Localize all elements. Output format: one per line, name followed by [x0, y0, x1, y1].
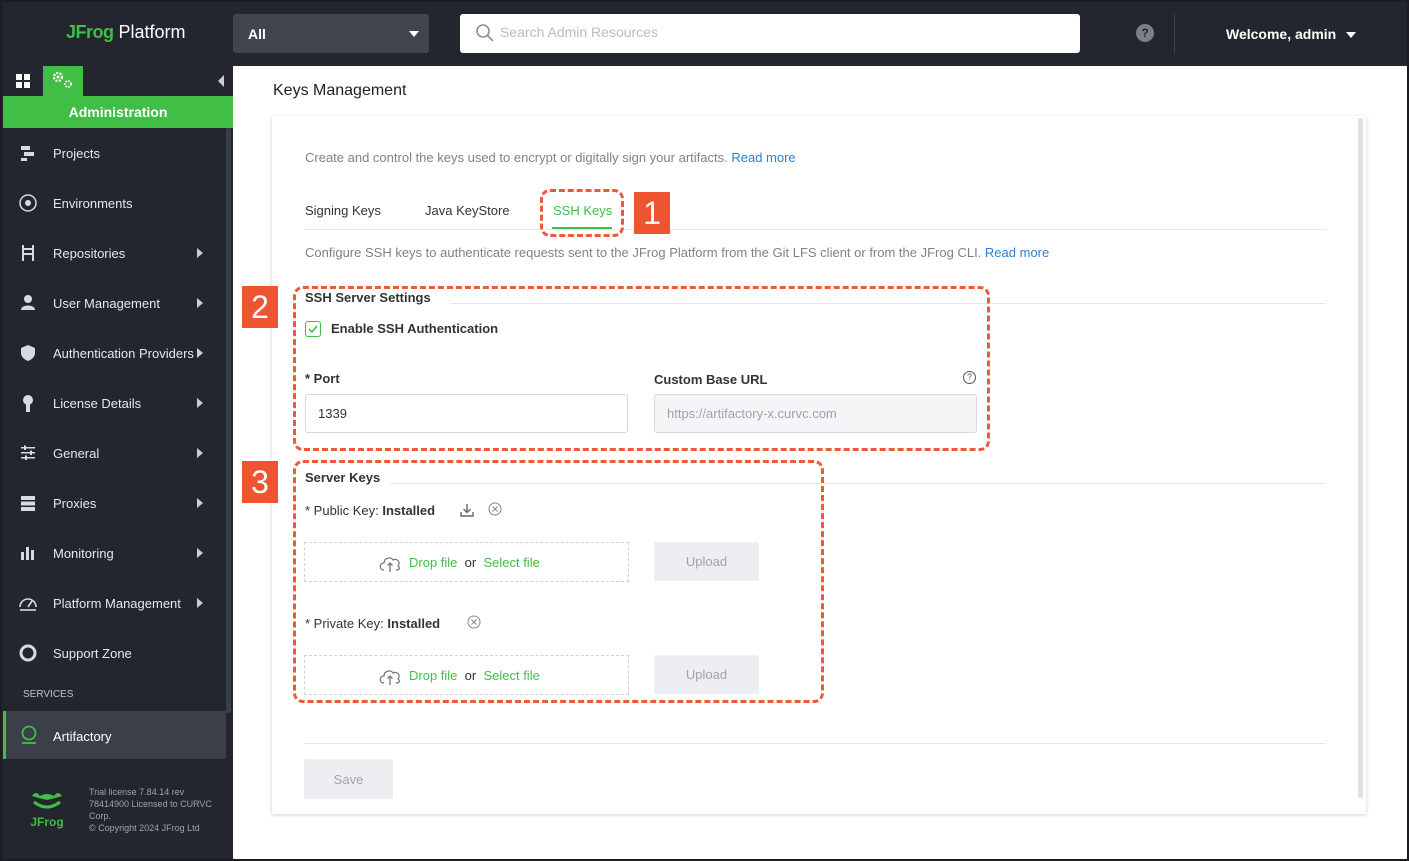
- bar-chart-icon: [21, 547, 34, 560]
- sidebar-item-label: Monitoring: [53, 546, 114, 561]
- services-heading: SERVICES: [23, 689, 74, 700]
- tab-signing-keys[interactable]: Signing Keys: [305, 203, 381, 218]
- sidebar-item-proxies[interactable]: Proxies: [0, 478, 226, 528]
- sidebar-item-user-management[interactable]: User Management: [0, 278, 226, 328]
- administration-header: Administration: [3, 96, 233, 128]
- sidebar-item-authentication-providers[interactable]: Authentication Providers: [0, 328, 226, 378]
- chevron-right-icon: [197, 548, 203, 558]
- logo-brand: JFrog: [66, 22, 114, 42]
- ribbon-icon: [23, 395, 33, 412]
- sidebar-item-label: General: [53, 446, 100, 461]
- sidebar-item-license-details[interactable]: License Details: [0, 378, 226, 428]
- chevron-down-icon: [409, 31, 419, 37]
- scope-value: All: [248, 26, 266, 42]
- intro-text: Create and control the keys used to encr…: [305, 150, 796, 165]
- jfrog-logo[interactable]: JFrog Platform: [66, 22, 186, 43]
- search-icon: [476, 24, 494, 42]
- divider: [1174, 14, 1175, 53]
- sidebar-item-label: Projects: [53, 146, 100, 161]
- sidebar: Administration Projects Environments Rep…: [0, 66, 233, 861]
- help-icon[interactable]: ?: [1136, 24, 1154, 42]
- jfrog-footer-logo: JFrog: [26, 788, 68, 835]
- chevron-right-icon: [197, 498, 203, 508]
- lifebuoy-icon: [19, 644, 37, 662]
- sidebar-item-label: Artifactory: [53, 729, 112, 744]
- sidebar-item-environments[interactable]: Environments: [0, 178, 226, 228]
- sidebar-item-artifactory[interactable]: Artifactory: [3, 711, 226, 759]
- top-bar: JFrog Platform All ? Welcome, admin: [0, 0, 1409, 66]
- svg-text:JFrog: JFrog: [30, 815, 63, 829]
- license-line: Trial license 7.84.14 rev: [89, 787, 185, 797]
- collapse-sidebar-icon[interactable]: [218, 75, 224, 87]
- page-title: Keys Management: [273, 82, 407, 99]
- sidebar-item-label: User Management: [53, 296, 160, 311]
- tabs-divider: [304, 229, 1326, 230]
- scope-dropdown[interactable]: All: [233, 14, 429, 53]
- sidebar-item-label: Repositories: [53, 246, 126, 261]
- sidebar-item-repositories[interactable]: Repositories: [0, 228, 226, 278]
- sidebar-item-label: Support Zone: [53, 646, 132, 661]
- search-box[interactable]: [460, 14, 1080, 53]
- sidebar-item-platform-management[interactable]: Platform Management: [0, 578, 226, 628]
- sliders-icon: [21, 445, 35, 460]
- chevron-right-icon: [197, 298, 203, 308]
- shield-icon: [21, 345, 35, 361]
- intro-description: Create and control the keys used to encr…: [305, 150, 728, 165]
- tab-administration[interactable]: [43, 66, 83, 96]
- sidebar-item-label: Authentication Providers: [53, 346, 194, 361]
- content-scrollbar[interactable]: [1358, 118, 1363, 798]
- license-line: Corp.: [89, 811, 112, 821]
- sidebar-item-monitoring[interactable]: Monitoring: [0, 528, 226, 578]
- annotation-box-ssh-keys: [540, 189, 624, 237]
- environments-icon: [19, 194, 37, 212]
- license-info: Trial license 7.84.14 rev 78414900 Licen…: [89, 786, 224, 834]
- sidebar-item-support-zone[interactable]: Support Zone: [0, 628, 226, 678]
- read-more-link[interactable]: Read more: [985, 245, 1049, 260]
- license-line: © Copyright 2024 JFrog Ltd: [89, 823, 200, 833]
- projects-icon: [21, 146, 34, 161]
- sidebar-item-label: Proxies: [53, 496, 97, 511]
- logo-product: Platform: [118, 22, 186, 42]
- footer-divider: [304, 743, 1326, 744]
- annotation-box-ssh-settings: [293, 286, 990, 451]
- gears-icon: [52, 71, 72, 88]
- repositories-icon: [22, 245, 34, 261]
- tab-java-keystore[interactable]: Java KeyStore: [425, 203, 510, 218]
- search-input[interactable]: [500, 24, 1060, 40]
- ssh-intro-text: Configure SSH keys to authenticate reque…: [305, 245, 982, 260]
- sidebar-item-label: Platform Management: [53, 596, 181, 611]
- ssh-intro: Configure SSH keys to authenticate reque…: [305, 245, 1049, 260]
- chevron-right-icon: [197, 398, 203, 408]
- user-icon: [21, 295, 35, 310]
- chevron-right-icon: [197, 348, 203, 358]
- annotation-badge: 2: [242, 286, 278, 328]
- active-indicator: [3, 711, 6, 759]
- grid-icon[interactable]: [16, 74, 31, 89]
- sidebar-tabs: [0, 66, 233, 96]
- license-line: 78414900 Licensed to CURVC: [89, 799, 212, 809]
- read-more-link[interactable]: Read more: [731, 150, 795, 165]
- artifactory-icon: [21, 725, 37, 744]
- sidebar-item-general[interactable]: General: [0, 428, 226, 478]
- save-button[interactable]: Save: [304, 759, 393, 799]
- frog-icon: JFrog: [30, 793, 64, 829]
- user-menu[interactable]: Welcome, admin: [1226, 26, 1336, 42]
- annotation-badge: 1: [634, 192, 670, 234]
- chevron-right-icon: [197, 598, 203, 608]
- server-icon: [21, 496, 35, 511]
- annotation-badge: 3: [242, 461, 278, 503]
- sidebar-item-projects[interactable]: Projects: [0, 128, 226, 178]
- sidebar-scrollbar[interactable]: [226, 128, 231, 713]
- chevron-right-icon: [197, 448, 203, 458]
- chevron-down-icon[interactable]: [1346, 32, 1356, 38]
- gauge-icon: [19, 598, 37, 611]
- sidebar-item-label: Environments: [53, 196, 133, 211]
- annotation-box-server-keys: [293, 460, 824, 703]
- chevron-right-icon: [197, 248, 203, 258]
- sidebar-item-label: License Details: [53, 396, 142, 411]
